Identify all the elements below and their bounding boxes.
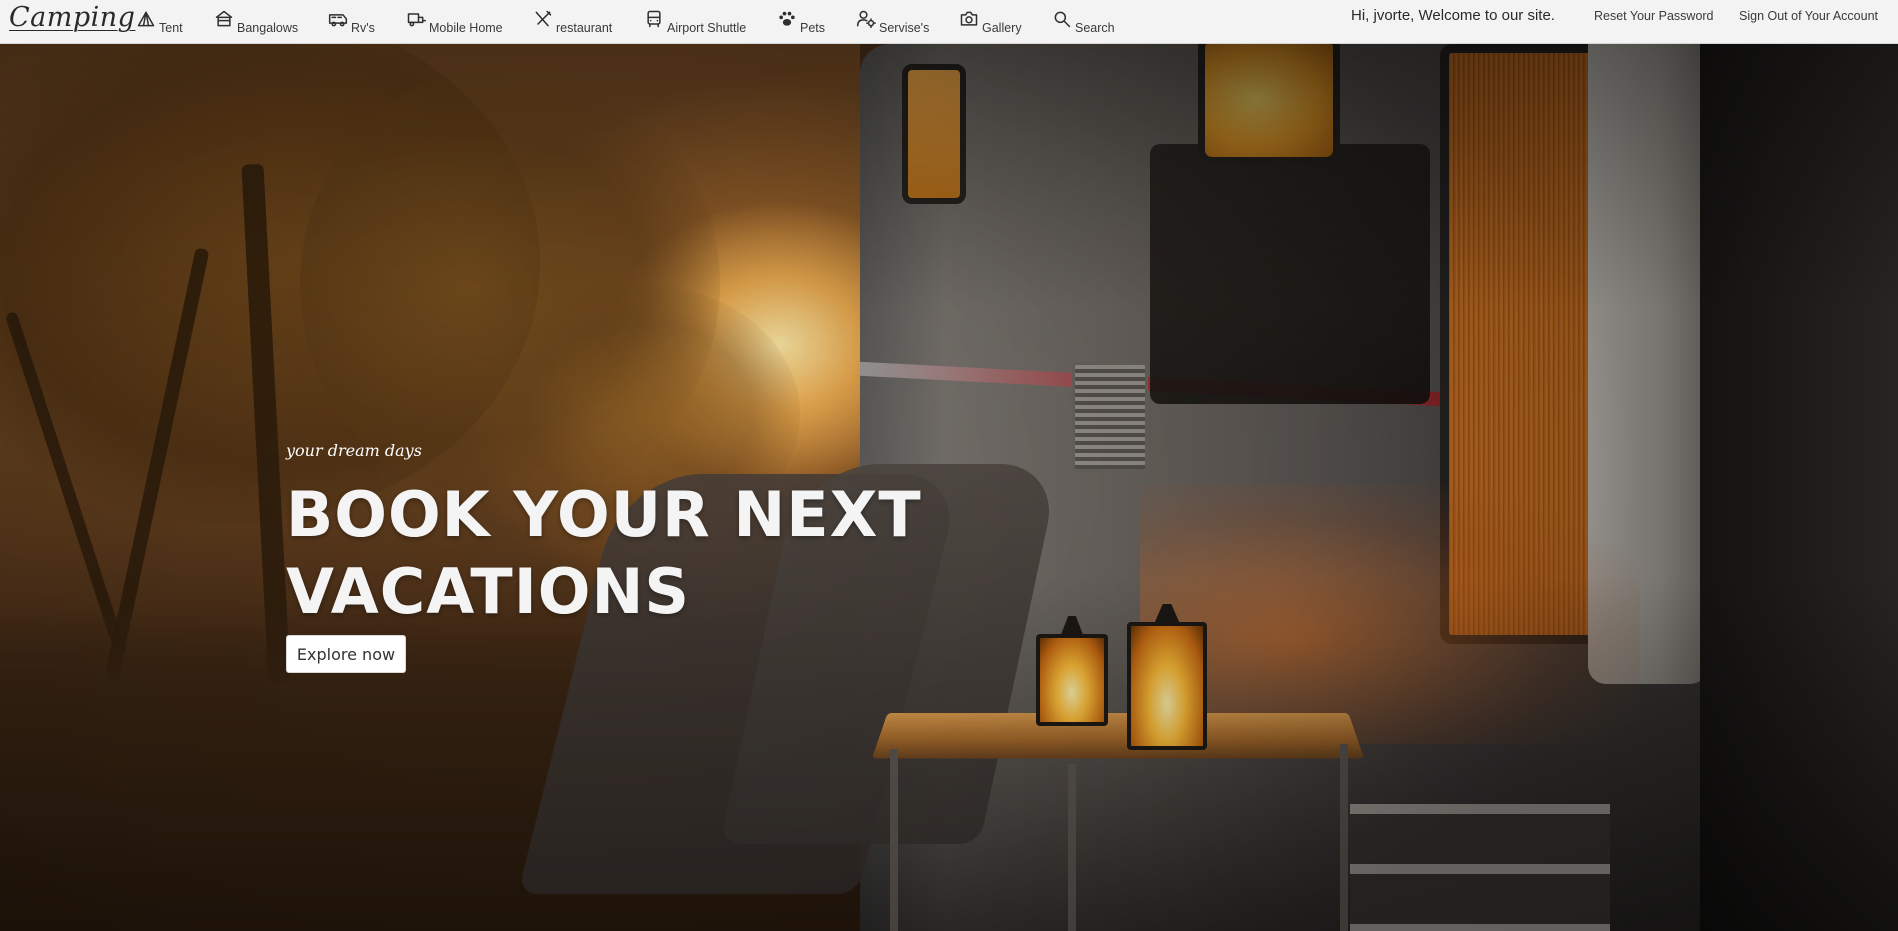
nav-item-mobile-home[interactable]: Mobile Home	[405, 8, 503, 36]
nav-item-tent[interactable]: Tent	[135, 8, 183, 36]
explore-now-button[interactable]: Explore now	[286, 635, 406, 673]
nav-label: Tent	[159, 21, 183, 35]
brand-logo[interactable]: Camping	[9, 2, 135, 33]
nav-label: Rv's	[351, 21, 375, 35]
rv-icon	[327, 8, 349, 30]
nav-label: Pets	[800, 21, 826, 35]
nav-item-search[interactable]: Search	[1051, 8, 1115, 36]
nav-label: Gallery	[982, 21, 1022, 35]
sign-out-link[interactable]: Sign Out of Your Account	[1739, 9, 1878, 23]
nav-label: Mobile Home	[429, 21, 503, 35]
user-cog-icon	[855, 8, 877, 30]
mobile-home-icon	[405, 8, 427, 30]
search-icon	[1051, 8, 1073, 30]
hero-headline-line: VACATIONS	[286, 555, 691, 628]
nav-item-gallery[interactable]: Gallery	[958, 8, 1022, 36]
nav-item-bangalows[interactable]: Bangalows	[213, 8, 298, 36]
nav-label: Servise's	[879, 21, 930, 35]
hero-tagline: your dream days	[286, 441, 422, 460]
hero-headline-line: BOOK YOUR NEXT	[286, 478, 922, 551]
nav-label: Bangalows	[237, 21, 299, 35]
bus-icon	[643, 8, 665, 30]
hero-banner: your dream days BOOK YOUR NEXT VACATIONS…	[0, 44, 1898, 931]
reset-password-link[interactable]: Reset Your Password	[1594, 9, 1714, 23]
nav-label: restaurant	[556, 21, 613, 35]
paw-icon	[776, 8, 798, 30]
nav-item-servises[interactable]: Servise's	[855, 8, 929, 36]
nav-item-airport-shuttle[interactable]: Airport Shuttle	[643, 8, 746, 36]
nav-label: Search	[1075, 21, 1115, 35]
top-navbar: Camping Tent Bangalows Rv's Mobile Home …	[0, 0, 1898, 44]
camera-icon	[958, 8, 980, 30]
utensils-icon	[532, 8, 554, 30]
welcome-message: Hi, jvorte, Welcome to our site.	[1351, 7, 1555, 24]
nav-label: Airport Shuttle	[667, 21, 747, 35]
hero-headline: BOOK YOUR NEXT VACATIONS	[286, 476, 1006, 630]
bungalow-icon	[213, 8, 235, 30]
nav-item-rvs[interactable]: Rv's	[327, 8, 375, 36]
nav-item-restaurant[interactable]: restaurant	[532, 8, 612, 36]
tent-icon	[135, 8, 157, 30]
nav-item-pets[interactable]: Pets	[776, 8, 825, 36]
